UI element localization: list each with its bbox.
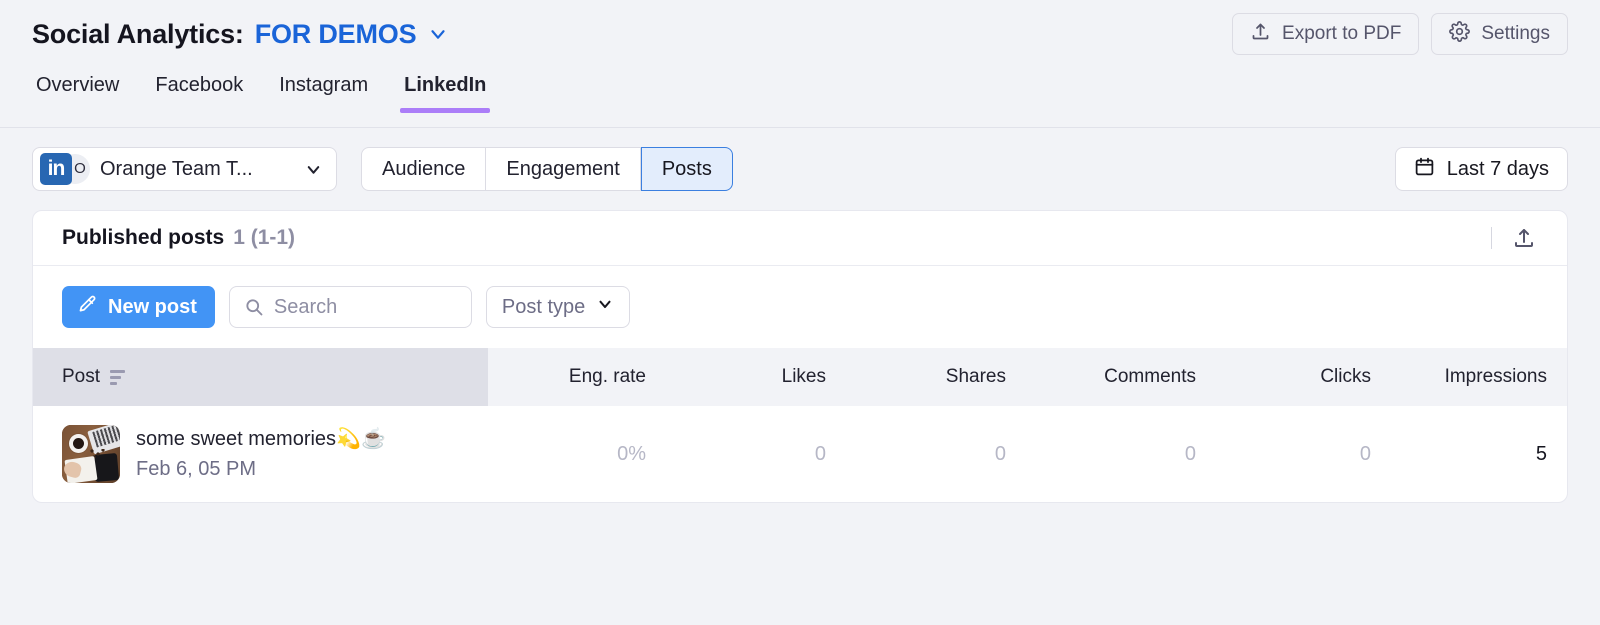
network-tabs: Overview Facebook Instagram LinkedIn — [0, 68, 1600, 128]
card-header-actions — [1491, 224, 1538, 252]
sort-descending-icon[interactable] — [110, 370, 125, 385]
date-range-picker[interactable]: Last 7 days — [1395, 147, 1568, 191]
segment-posts[interactable]: Posts — [641, 147, 733, 191]
linkedin-icon: in — [40, 153, 72, 185]
tab-overview[interactable]: Overview — [32, 68, 123, 113]
upload-icon — [1250, 21, 1271, 48]
tab-facebook[interactable]: Facebook — [151, 68, 247, 113]
column-header-eng-rate[interactable]: Eng. rate — [488, 348, 668, 406]
search-input[interactable] — [229, 286, 472, 328]
post-date: Feb 6, 05 PM — [136, 455, 386, 483]
chevron-down-icon[interactable] — [427, 23, 449, 45]
segment-engagement-label: Engagement — [506, 158, 619, 181]
table-header: Post Eng. rate Likes Shares Comments Cli… — [33, 348, 1568, 406]
tab-instagram[interactable]: Instagram — [275, 68, 372, 113]
tab-linkedin[interactable]: LinkedIn — [400, 68, 490, 113]
segment-audience-label: Audience — [382, 158, 465, 181]
card-count: 1 (1-1) — [233, 226, 295, 250]
account-name: Orange Team T... — [100, 158, 253, 181]
account-avatar-group: O in — [40, 153, 88, 185]
view-segmented-control: Audience Engagement Posts — [361, 147, 733, 191]
chevron-down-icon[interactable] — [290, 160, 323, 179]
segment-engagement[interactable]: Engagement — [486, 147, 640, 191]
new-post-label: New post — [108, 296, 197, 319]
card-header: Published posts 1 (1-1) — [33, 211, 1567, 266]
card-title: Published posts — [62, 226, 224, 250]
posts-toolbar: New post Post type — [33, 266, 1567, 348]
posts-table: Post Eng. rate Likes Shares Comments Cli… — [33, 348, 1568, 502]
divider — [1491, 227, 1492, 249]
post-thumbnail[interactable] — [62, 425, 120, 483]
table-body: some sweet memories💫☕ Feb 6, 05 PM 0% 0 … — [33, 406, 1568, 502]
tab-overview-label: Overview — [36, 74, 119, 96]
page-title: Social Analytics: — [32, 19, 244, 50]
segment-posts-label: Posts — [662, 158, 712, 181]
published-posts-card: Published posts 1 (1-1) New post Post ty… — [32, 210, 1568, 503]
tab-facebook-label: Facebook — [155, 74, 243, 96]
date-range-label: Last 7 days — [1447, 158, 1549, 181]
export-to-pdf-button[interactable]: Export to PDF — [1232, 13, 1419, 55]
column-header-shares[interactable]: Shares — [848, 348, 1028, 406]
account-selector[interactable]: O in Orange Team T... — [32, 147, 337, 191]
post-type-dropdown[interactable]: Post type — [486, 286, 630, 328]
settings-label: Settings — [1481, 23, 1550, 45]
cell-comments: 0 — [1028, 406, 1218, 502]
chevron-down-icon — [596, 295, 614, 319]
cell-shares: 0 — [848, 406, 1028, 502]
top-header-actions: Export to PDF Settings — [1232, 13, 1568, 55]
filter-bar: O in Orange Team T... Audience Engagemen… — [0, 128, 1600, 210]
post-type-label: Post type — [502, 296, 585, 319]
linkedin-icon-text: in — [48, 157, 65, 180]
column-header-likes[interactable]: Likes — [668, 348, 848, 406]
cell-likes: 0 — [668, 406, 848, 502]
export-to-pdf-label: Export to PDF — [1282, 23, 1401, 45]
column-header-clicks[interactable]: Clicks — [1218, 348, 1393, 406]
column-header-comments[interactable]: Comments — [1028, 348, 1218, 406]
calendar-icon — [1414, 156, 1435, 183]
pencil-icon — [77, 294, 98, 321]
cell-impressions: 5 — [1393, 406, 1568, 502]
column-header-post[interactable]: Post — [33, 348, 488, 406]
tab-linkedin-label: LinkedIn — [404, 74, 486, 96]
settings-button[interactable]: Settings — [1431, 13, 1568, 55]
export-icon[interactable] — [1510, 224, 1538, 252]
gear-icon — [1449, 21, 1470, 48]
column-header-impressions[interactable]: Impressions — [1393, 348, 1568, 406]
tab-instagram-label: Instagram — [279, 74, 368, 96]
post-title[interactable]: some sweet memories💫☕ — [136, 426, 386, 453]
project-selector-label[interactable]: FOR DEMOS — [255, 19, 417, 50]
cell-eng-rate: 0% — [488, 406, 668, 502]
table-header-row: Post Eng. rate Likes Shares Comments Cli… — [33, 348, 1568, 406]
table-row[interactable]: some sweet memories💫☕ Feb 6, 05 PM 0% 0 … — [33, 406, 1568, 502]
top-header: Social Analytics: FOR DEMOS Export to PD… — [0, 0, 1600, 68]
column-header-post-label: Post — [62, 366, 100, 388]
segment-audience[interactable]: Audience — [361, 147, 486, 191]
search-box — [229, 286, 472, 328]
cell-post: some sweet memories💫☕ Feb 6, 05 PM — [33, 406, 488, 502]
cell-clicks: 0 — [1218, 406, 1393, 502]
new-post-button[interactable]: New post — [62, 286, 215, 328]
